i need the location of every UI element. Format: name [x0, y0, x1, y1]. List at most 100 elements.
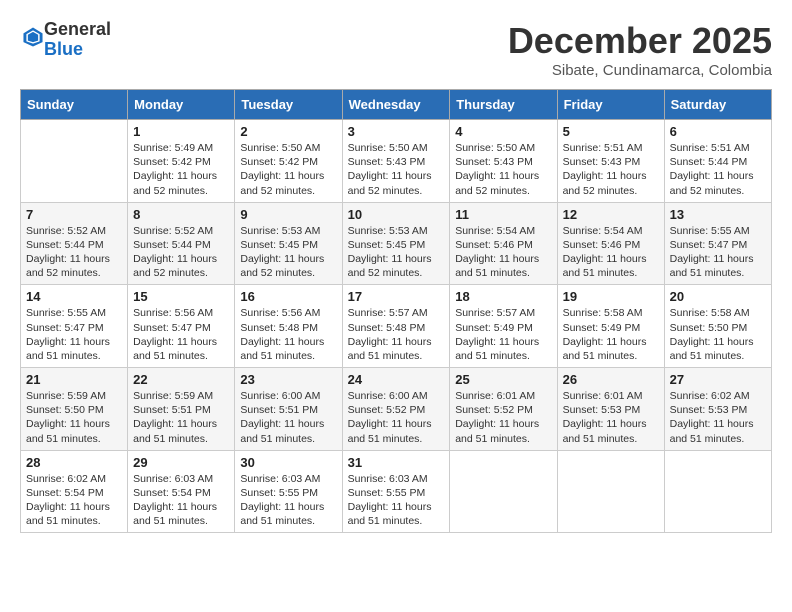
day-info: Sunrise: 5:50 AM Sunset: 5:43 PM Dayligh… — [455, 141, 551, 198]
calendar-cell: 30 Sunrise: 6:03 AM Sunset: 5:55 PM Dayli… — [235, 450, 342, 533]
day-info: Sunrise: 6:00 AM Sunset: 5:52 PM Dayligh… — [348, 389, 445, 446]
day-info: Sunrise: 5:53 AM Sunset: 5:45 PM Dayligh… — [348, 224, 445, 281]
day-info: Sunrise: 5:52 AM Sunset: 5:44 PM Dayligh… — [26, 224, 122, 281]
day-info: Sunrise: 5:59 AM Sunset: 5:50 PM Dayligh… — [26, 389, 122, 446]
calendar-cell: 29 Sunrise: 6:03 AM Sunset: 5:54 PM Dayli… — [128, 450, 235, 533]
day-info: Sunrise: 6:00 AM Sunset: 5:51 PM Dayligh… — [240, 389, 336, 446]
calendar-cell: 24 Sunrise: 6:00 AM Sunset: 5:52 PM Dayli… — [342, 368, 450, 451]
logo-general: General — [44, 19, 111, 39]
day-number: 14 — [26, 289, 122, 304]
calendar-cell: 11Sunrise: 5:54 AM Sunset: 5:46 PM Dayli… — [450, 202, 557, 285]
calendar-cell — [664, 450, 771, 533]
day-number: 21 — [26, 372, 122, 387]
calendar-week-row: 21 Sunrise: 5:59 AM Sunset: 5:50 PM Dayli… — [21, 368, 772, 451]
calendar-cell: 19 Sunrise: 5:58 AM Sunset: 5:49 PM Dayli… — [557, 285, 664, 368]
day-info: Sunrise: 5:49 AM Sunset: 5:42 PM Dayligh… — [133, 141, 229, 198]
day-info: Sunrise: 6:02 AM Sunset: 5:53 PM Dayligh… — [670, 389, 766, 446]
calendar-week-row: 7 Sunrise: 5:52 AM Sunset: 5:44 PM Daylig… — [21, 202, 772, 285]
day-number: 8 — [133, 207, 229, 222]
weekday-header: Wednesday — [342, 90, 450, 120]
calendar-cell: 20Sunrise: 5:58 AM Sunset: 5:50 PM Dayli… — [664, 285, 771, 368]
day-number: 23 — [240, 372, 336, 387]
title-section: December 2025 Sibate, Cundinamarca, Colo… — [508, 20, 772, 79]
calendar-cell — [450, 450, 557, 533]
day-info: Sunrise: 5:52 AM Sunset: 5:44 PM Dayligh… — [133, 224, 229, 281]
day-info: Sunrise: 6:03 AM Sunset: 5:54 PM Dayligh… — [133, 472, 229, 529]
month-title: December 2025 — [508, 20, 772, 62]
logo-icon — [22, 26, 44, 48]
day-info: Sunrise: 5:50 AM Sunset: 5:43 PM Dayligh… — [348, 141, 445, 198]
calendar-table: SundayMondayTuesdayWednesdayThursdayFrid… — [20, 89, 772, 533]
calendar-header-row: SundayMondayTuesdayWednesdayThursdayFrid… — [21, 90, 772, 120]
logo-blue: Blue — [44, 39, 83, 59]
calendar-cell: 10 Sunrise: 5:53 AM Sunset: 5:45 PM Dayli… — [342, 202, 450, 285]
logo-text: General Blue — [44, 20, 111, 60]
calendar-cell: 1Sunrise: 5:49 AM Sunset: 5:42 PM Daylig… — [128, 120, 235, 203]
calendar-cell: 26 Sunrise: 6:01 AM Sunset: 5:53 PM Dayli… — [557, 368, 664, 451]
calendar-cell: 14 Sunrise: 5:55 AM Sunset: 5:47 PM Dayli… — [21, 285, 128, 368]
day-number: 29 — [133, 455, 229, 470]
day-info: Sunrise: 5:59 AM Sunset: 5:51 PM Dayligh… — [133, 389, 229, 446]
calendar-week-row: 1Sunrise: 5:49 AM Sunset: 5:42 PM Daylig… — [21, 120, 772, 203]
day-info: Sunrise: 5:57 AM Sunset: 5:49 PM Dayligh… — [455, 306, 551, 363]
calendar-cell — [21, 120, 128, 203]
calendar-cell — [557, 450, 664, 533]
day-info: Sunrise: 5:53 AM Sunset: 5:45 PM Dayligh… — [240, 224, 336, 281]
day-info: Sunrise: 6:01 AM Sunset: 5:52 PM Dayligh… — [455, 389, 551, 446]
calendar-week-row: 14 Sunrise: 5:55 AM Sunset: 5:47 PM Dayli… — [21, 285, 772, 368]
day-info: Sunrise: 6:02 AM Sunset: 5:54 PM Dayligh… — [26, 472, 122, 529]
day-number: 10 — [348, 207, 445, 222]
day-number: 30 — [240, 455, 336, 470]
calendar-cell: 2Sunrise: 5:50 AM Sunset: 5:42 PM Daylig… — [235, 120, 342, 203]
day-info: Sunrise: 6:01 AM Sunset: 5:53 PM Dayligh… — [563, 389, 659, 446]
calendar-cell: 21 Sunrise: 5:59 AM Sunset: 5:50 PM Dayli… — [21, 368, 128, 451]
calendar-cell: 23 Sunrise: 6:00 AM Sunset: 5:51 PM Dayli… — [235, 368, 342, 451]
calendar-cell: 25Sunrise: 6:01 AM Sunset: 5:52 PM Dayli… — [450, 368, 557, 451]
day-number: 15 — [133, 289, 229, 304]
day-info: Sunrise: 6:03 AM Sunset: 5:55 PM Dayligh… — [240, 472, 336, 529]
calendar-week-row: 28 Sunrise: 6:02 AM Sunset: 5:54 PM Dayli… — [21, 450, 772, 533]
location-title: Sibate, Cundinamarca, Colombia — [508, 62, 772, 79]
calendar-cell: 17 Sunrise: 5:57 AM Sunset: 5:48 PM Dayli… — [342, 285, 450, 368]
day-number: 11 — [455, 207, 551, 222]
calendar-cell: 5 Sunrise: 5:51 AM Sunset: 5:43 PM Daylig… — [557, 120, 664, 203]
weekday-header: Friday — [557, 90, 664, 120]
day-info: Sunrise: 5:58 AM Sunset: 5:50 PM Dayligh… — [670, 306, 766, 363]
day-info: Sunrise: 5:55 AM Sunset: 5:47 PM Dayligh… — [26, 306, 122, 363]
day-number: 17 — [348, 289, 445, 304]
day-number: 2 — [240, 124, 336, 139]
calendar-cell: 9Sunrise: 5:53 AM Sunset: 5:45 PM Daylig… — [235, 202, 342, 285]
day-info: Sunrise: 5:58 AM Sunset: 5:49 PM Dayligh… — [563, 306, 659, 363]
day-number: 18 — [455, 289, 551, 304]
weekday-header: Sunday — [21, 90, 128, 120]
day-info: Sunrise: 5:57 AM Sunset: 5:48 PM Dayligh… — [348, 306, 445, 363]
day-number: 28 — [26, 455, 122, 470]
day-number: 24 — [348, 372, 445, 387]
day-number: 27 — [670, 372, 766, 387]
calendar-cell: 15Sunrise: 5:56 AM Sunset: 5:47 PM Dayli… — [128, 285, 235, 368]
day-number: 6 — [670, 124, 766, 139]
day-number: 12 — [563, 207, 659, 222]
day-number: 19 — [563, 289, 659, 304]
day-number: 16 — [240, 289, 336, 304]
day-info: Sunrise: 5:51 AM Sunset: 5:43 PM Dayligh… — [563, 141, 659, 198]
day-number: 7 — [26, 207, 122, 222]
day-number: 4 — [455, 124, 551, 139]
day-info: Sunrise: 5:55 AM Sunset: 5:47 PM Dayligh… — [670, 224, 766, 281]
day-info: Sunrise: 5:51 AM Sunset: 5:44 PM Dayligh… — [670, 141, 766, 198]
weekday-header: Saturday — [664, 90, 771, 120]
calendar-cell: 6 Sunrise: 5:51 AM Sunset: 5:44 PM Daylig… — [664, 120, 771, 203]
day-number: 5 — [563, 124, 659, 139]
header: General Blue December 2025 Sibate, Cundi… — [20, 20, 772, 79]
day-number: 26 — [563, 372, 659, 387]
calendar-cell: 8 Sunrise: 5:52 AM Sunset: 5:44 PM Daylig… — [128, 202, 235, 285]
day-number: 3 — [348, 124, 445, 139]
day-number: 13 — [670, 207, 766, 222]
day-info: Sunrise: 5:54 AM Sunset: 5:46 PM Dayligh… — [563, 224, 659, 281]
day-info: Sunrise: 5:56 AM Sunset: 5:48 PM Dayligh… — [240, 306, 336, 363]
day-info: Sunrise: 6:03 AM Sunset: 5:55 PM Dayligh… — [348, 472, 445, 529]
calendar-cell: 27 Sunrise: 6:02 AM Sunset: 5:53 PM Dayli… — [664, 368, 771, 451]
calendar-cell: 28 Sunrise: 6:02 AM Sunset: 5:54 PM Dayli… — [21, 450, 128, 533]
calendar-cell: 22Sunrise: 5:59 AM Sunset: 5:51 PM Dayli… — [128, 368, 235, 451]
calendar-cell: 16 Sunrise: 5:56 AM Sunset: 5:48 PM Dayli… — [235, 285, 342, 368]
